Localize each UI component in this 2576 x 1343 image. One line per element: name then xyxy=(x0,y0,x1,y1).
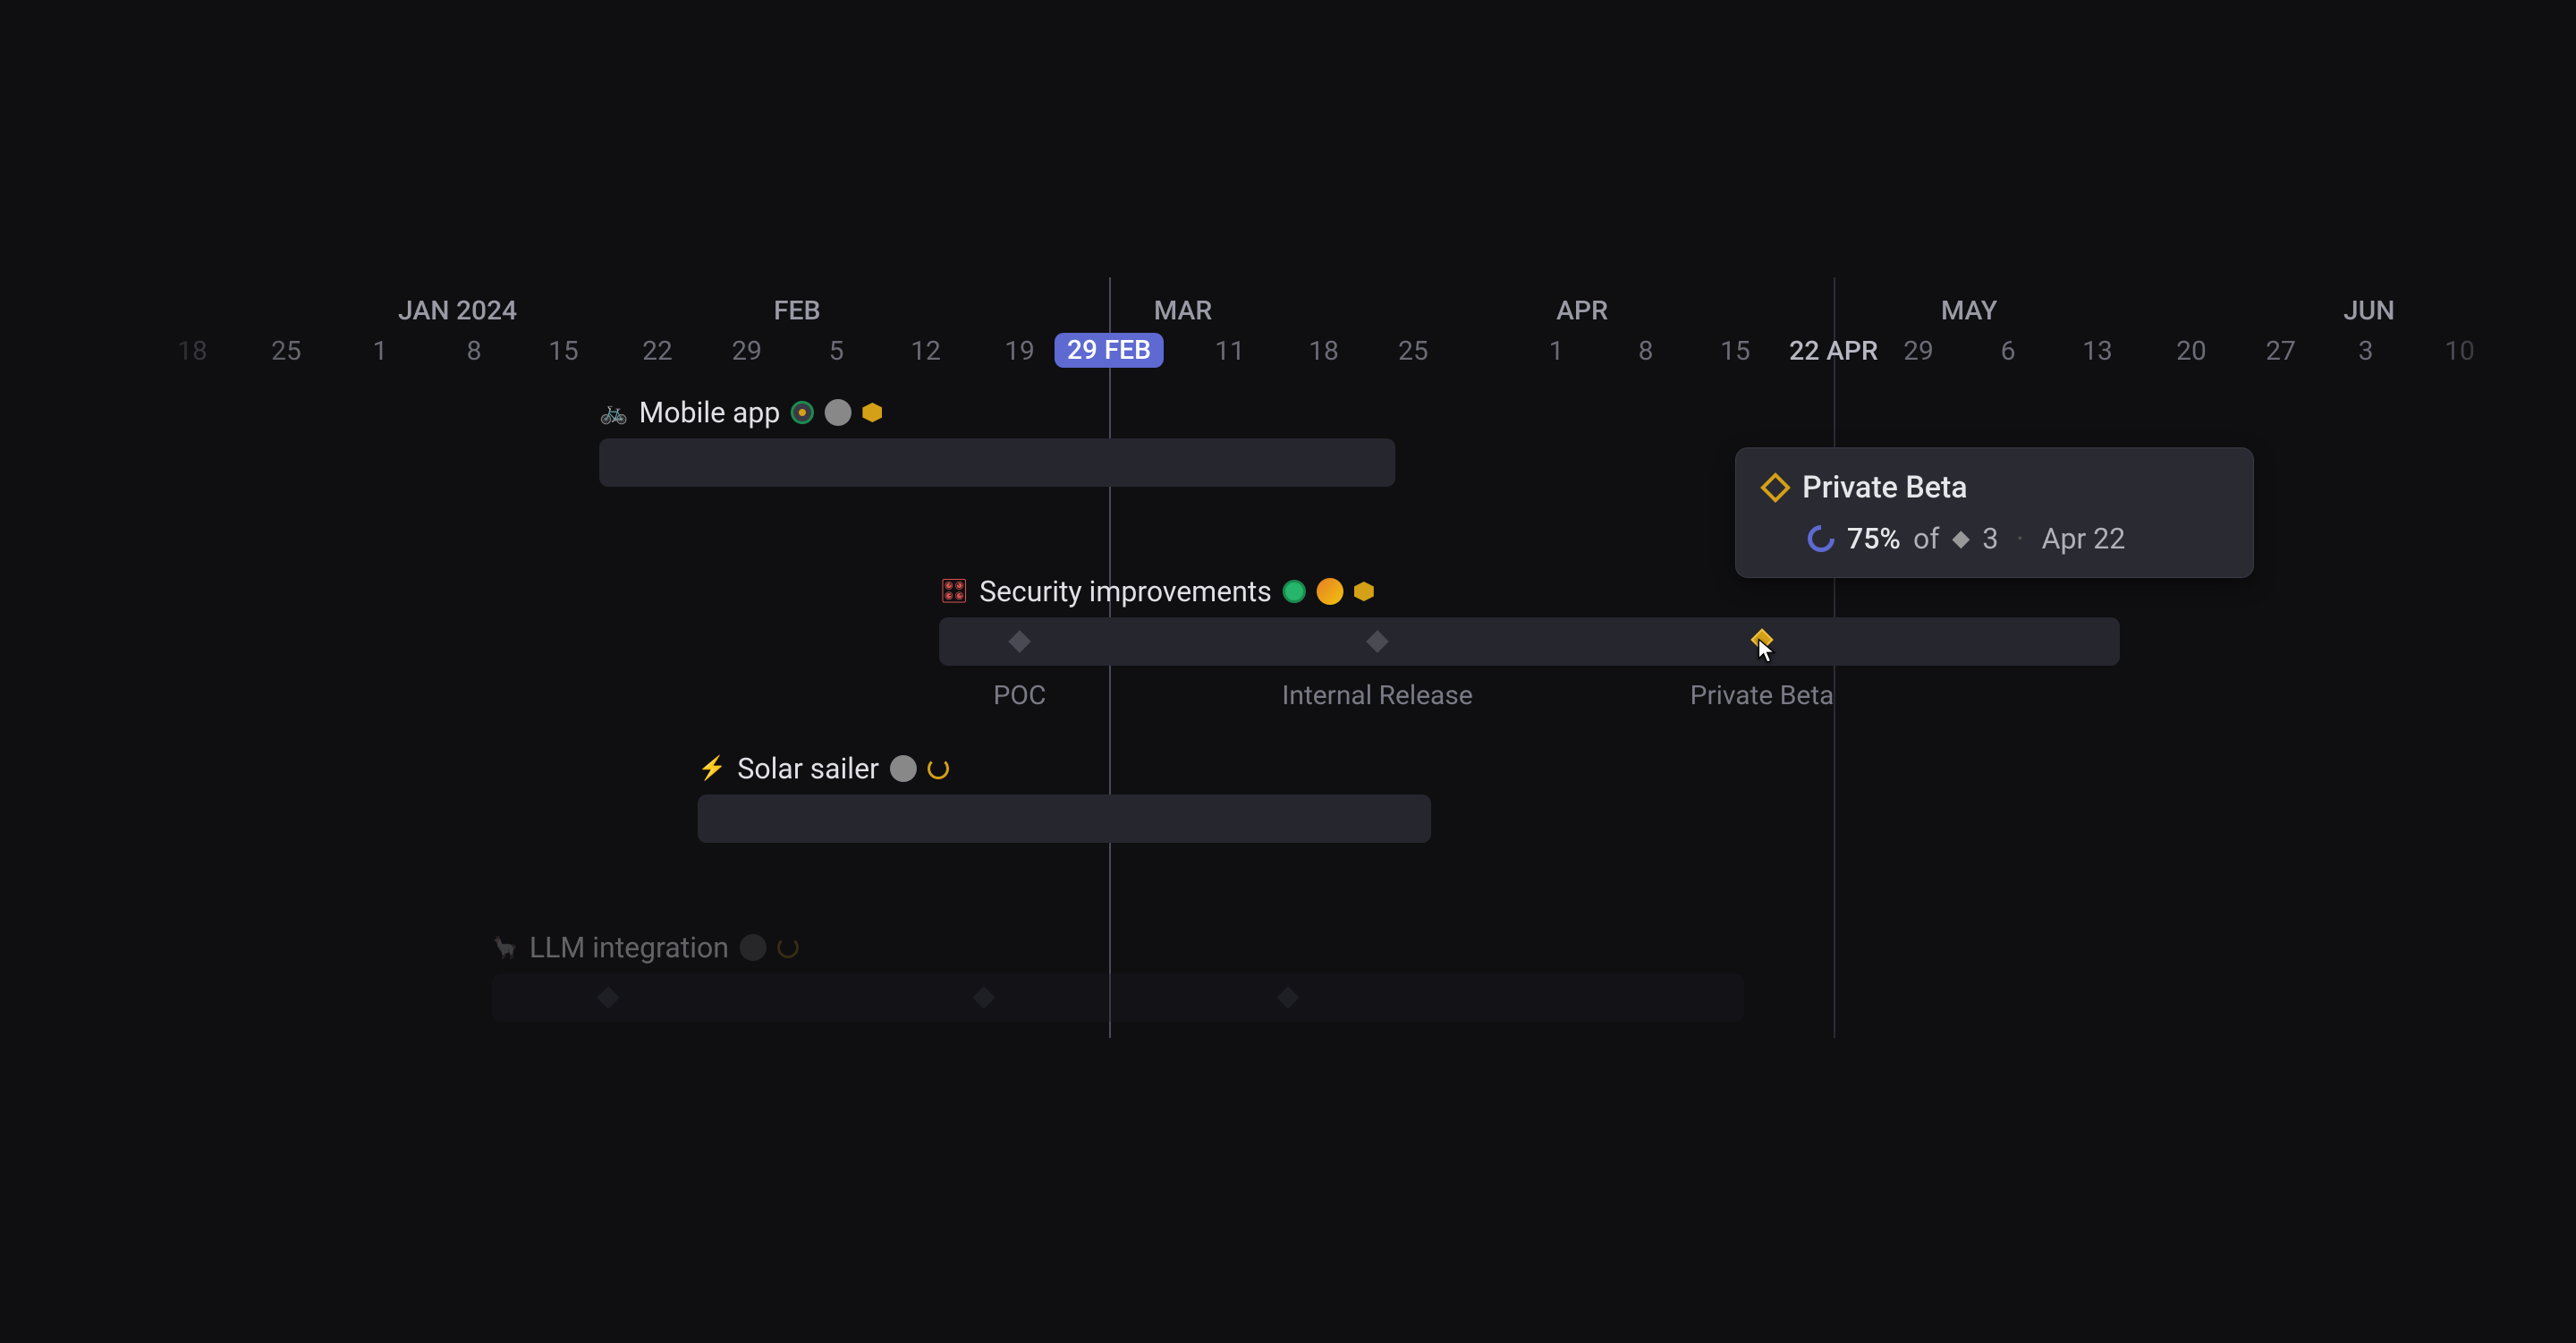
hover-date: 22 APR xyxy=(1789,336,1877,367)
project-header-mobile-app[interactable]: 🚲 Mobile app xyxy=(599,395,882,429)
day-label: 22 xyxy=(642,336,673,367)
day-label: 18 xyxy=(177,336,208,367)
day-label: 29 xyxy=(732,336,762,367)
day-label: 19 xyxy=(1004,336,1035,367)
day-label: 20 xyxy=(2176,336,2207,367)
lightning-icon: ⚡ xyxy=(698,755,726,782)
timeline: JAN 2024 FEB MAR APR MAY JUN 18 25 1 8 1… xyxy=(125,295,2522,1101)
month-label: APR xyxy=(1556,295,1608,327)
avatar xyxy=(740,934,767,961)
day-label: 6 xyxy=(2001,336,2016,367)
status-badge-green xyxy=(1283,580,1306,603)
month-label: JUN xyxy=(2343,295,2395,327)
milestone-label: Internal Release xyxy=(1282,680,1473,711)
day-header: 18 25 1 8 15 22 29 5 12 19 29 FEB 11 18 … xyxy=(125,336,2522,380)
day-label: 15 xyxy=(548,336,579,367)
project-header-solar-sailer[interactable]: ⚡ Solar sailer xyxy=(698,752,949,786)
day-label: 8 xyxy=(467,336,482,367)
day-label: 8 xyxy=(1639,336,1654,367)
status-badge-green xyxy=(791,401,814,424)
project-name: Mobile app xyxy=(639,395,780,429)
milestone-label: POC xyxy=(993,680,1046,711)
day-label: 3 xyxy=(2359,336,2374,367)
day-label: 11 xyxy=(1215,336,1245,367)
tooltip-date: Apr 22 xyxy=(2042,522,2126,556)
project-header-security[interactable]: 🎛 Security improvements xyxy=(939,574,1374,608)
month-label: MAY xyxy=(1941,295,1997,327)
project-name: Security improvements xyxy=(979,574,1272,608)
day-label: 27 xyxy=(2266,336,2296,367)
priority-icon xyxy=(1354,582,1374,601)
today-badge[interactable]: 29 FEB xyxy=(1055,333,1164,368)
diamond-icon xyxy=(1760,472,1791,503)
avatar xyxy=(890,755,917,782)
bike-icon: 🚲 xyxy=(599,399,628,426)
priority-icon xyxy=(862,403,882,422)
avatar xyxy=(1317,578,1343,605)
project-bar-mobile-app[interactable] xyxy=(599,438,1395,487)
tooltip-of-label: of xyxy=(1913,522,1939,556)
milestone-label: Private Beta xyxy=(1690,680,1835,711)
day-label: 29 xyxy=(1903,336,1934,367)
project-header-llm[interactable]: 🦙 LLM integration xyxy=(492,931,799,965)
day-label: 12 xyxy=(911,336,941,367)
status-pending-icon xyxy=(928,758,949,779)
day-label: 5 xyxy=(829,336,844,367)
milestone-tooltip: Private Beta 75% of ◆ 3 · Apr 22 xyxy=(1735,447,2254,578)
project-bar-solar-sailer[interactable] xyxy=(698,795,1431,843)
month-header: JAN 2024 FEB MAR APR MAY JUN xyxy=(125,295,2522,336)
scope-icon: ◆ xyxy=(1952,525,1970,552)
day-label: 1 xyxy=(373,336,388,367)
day-label: 18 xyxy=(1309,336,1339,367)
status-pending-icon xyxy=(777,937,799,958)
security-icon: 🎛 xyxy=(939,578,969,605)
day-label: 1 xyxy=(1549,336,1564,367)
month-label: FEB xyxy=(774,295,820,327)
project-bar-llm[interactable] xyxy=(492,973,1744,1022)
lamp-icon: 🦙 xyxy=(492,935,519,960)
avatar xyxy=(825,399,852,426)
day-label: 25 xyxy=(1398,336,1428,367)
tooltip-count: 3 xyxy=(1982,522,1998,556)
day-label: 15 xyxy=(1720,336,1750,367)
day-label: 13 xyxy=(2082,336,2113,367)
day-label: 10 xyxy=(2445,336,2475,367)
tooltip-title: Private Beta xyxy=(1802,470,1968,506)
progress-ring-icon xyxy=(1802,520,1840,557)
month-label: MAR xyxy=(1154,295,1212,327)
tooltip-percent: 75% xyxy=(1847,522,1901,556)
month-label: JAN 2024 xyxy=(398,295,517,327)
project-bar-security[interactable] xyxy=(939,617,2120,666)
day-label: 25 xyxy=(271,336,301,367)
separator: · xyxy=(2016,522,2023,556)
project-name: Solar sailer xyxy=(737,752,879,786)
project-name: LLM integration xyxy=(530,931,729,965)
